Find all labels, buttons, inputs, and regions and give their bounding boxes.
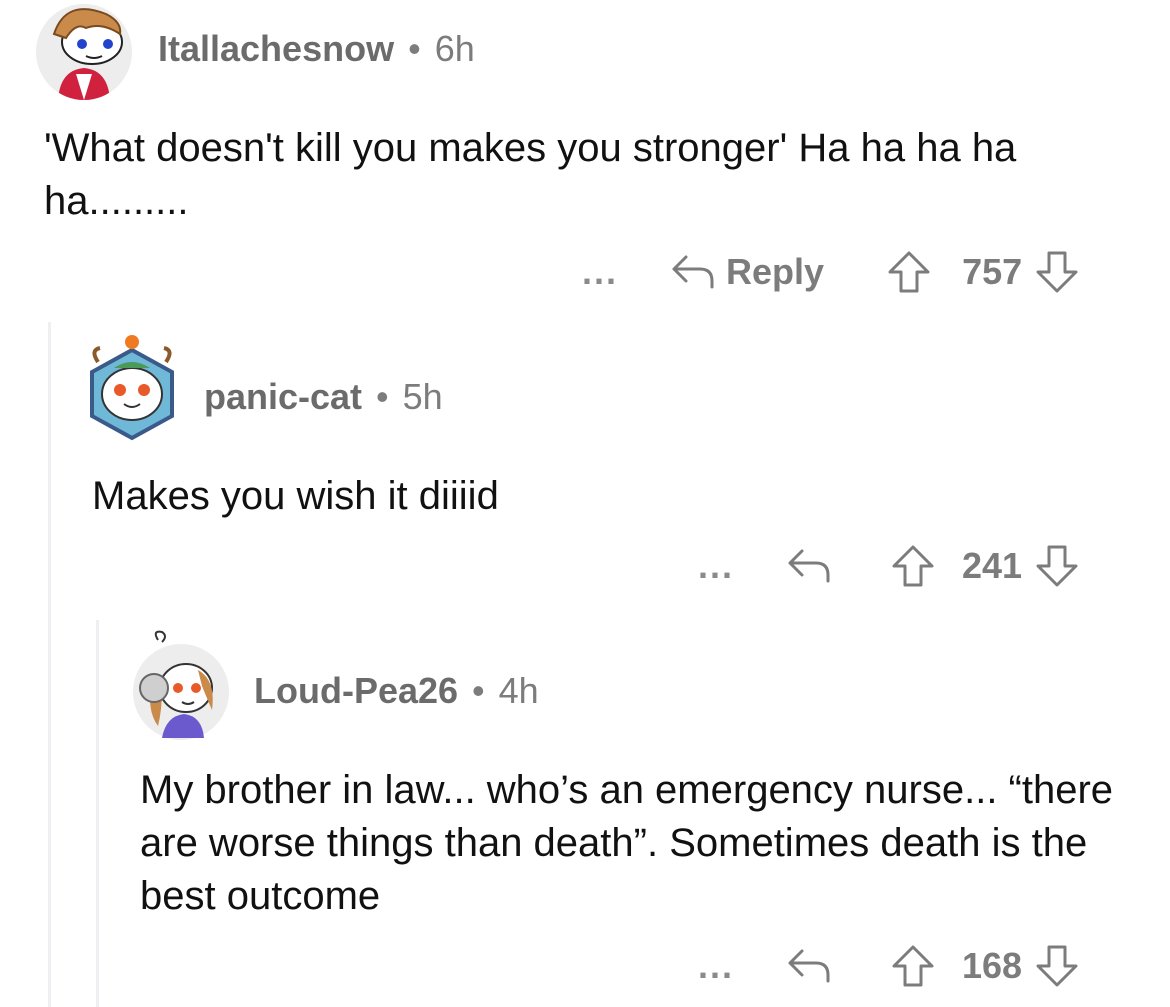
reply-button[interactable]: Reply: [670, 251, 824, 293]
upvote-button[interactable]: [890, 943, 936, 989]
thread-line-level-1[interactable]: [48, 322, 51, 1007]
comment-age: 6h: [434, 28, 475, 69]
reply-arrow-icon: [786, 947, 832, 985]
avatar-panic-cat[interactable]: [84, 332, 180, 442]
vote-score: 168: [962, 945, 1023, 986]
upvote-button[interactable]: [890, 543, 936, 589]
avatar-itallachesnow[interactable]: [36, 4, 132, 100]
comment-body: Makes you wish it diiiid: [92, 474, 499, 518]
more-options-button[interactable]: ...: [582, 251, 618, 293]
upvote-arrow-icon: [892, 945, 934, 987]
vote-score: 757: [962, 251, 1023, 292]
comment-meta: Itallachesnow • 6h: [158, 28, 475, 70]
more-options-button[interactable]: ...: [698, 945, 734, 987]
astronaut-avatar-icon: [133, 630, 229, 740]
separator-dot: •: [408, 28, 421, 69]
reply-arrow-icon: [670, 253, 716, 291]
comment-meta: Loud-Pea26 • 4h: [254, 670, 539, 712]
comment-age: 5h: [402, 376, 443, 417]
cat-avatar-icon: [90, 335, 174, 441]
comment-actions: ... 168: [698, 936, 1080, 996]
upvote-arrow-icon: [892, 545, 934, 587]
downvote-button[interactable]: [1034, 249, 1080, 295]
snoo-avatar-icon: [36, 4, 132, 100]
downvote-arrow-icon: [1036, 945, 1078, 987]
comment-body: My brother in law... who’s an emergency …: [140, 768, 1114, 918]
downvote-button[interactable]: [1034, 943, 1080, 989]
comment-body: 'What doesn't kill you makes you stronge…: [44, 126, 1017, 223]
comment-actions: ... 241: [698, 536, 1080, 596]
more-options-button[interactable]: ...: [698, 545, 734, 587]
avatar-loud-pea26[interactable]: [132, 630, 230, 740]
comment-meta: panic-cat • 5h: [204, 376, 443, 418]
upvote-arrow-icon: [888, 251, 930, 293]
downvote-button[interactable]: [1034, 543, 1080, 589]
downvote-arrow-icon: [1036, 545, 1078, 587]
reply-button[interactable]: [786, 947, 832, 985]
separator-dot: •: [376, 376, 389, 417]
reply-arrow-icon: [786, 547, 832, 585]
username[interactable]: Itallachesnow: [158, 28, 394, 69]
comment-actions: ... Reply 757: [582, 242, 1080, 302]
comment-age: 4h: [498, 670, 539, 711]
upvote-button[interactable]: [886, 249, 932, 295]
vote-score: 241: [962, 545, 1023, 586]
reply-button[interactable]: [786, 547, 832, 585]
thread-line-level-2[interactable]: [96, 620, 99, 1007]
separator-dot: •: [472, 670, 485, 711]
downvote-arrow-icon: [1036, 251, 1078, 293]
username[interactable]: panic-cat: [204, 376, 362, 417]
reply-label: Reply: [726, 251, 825, 292]
username[interactable]: Loud-Pea26: [254, 670, 458, 711]
